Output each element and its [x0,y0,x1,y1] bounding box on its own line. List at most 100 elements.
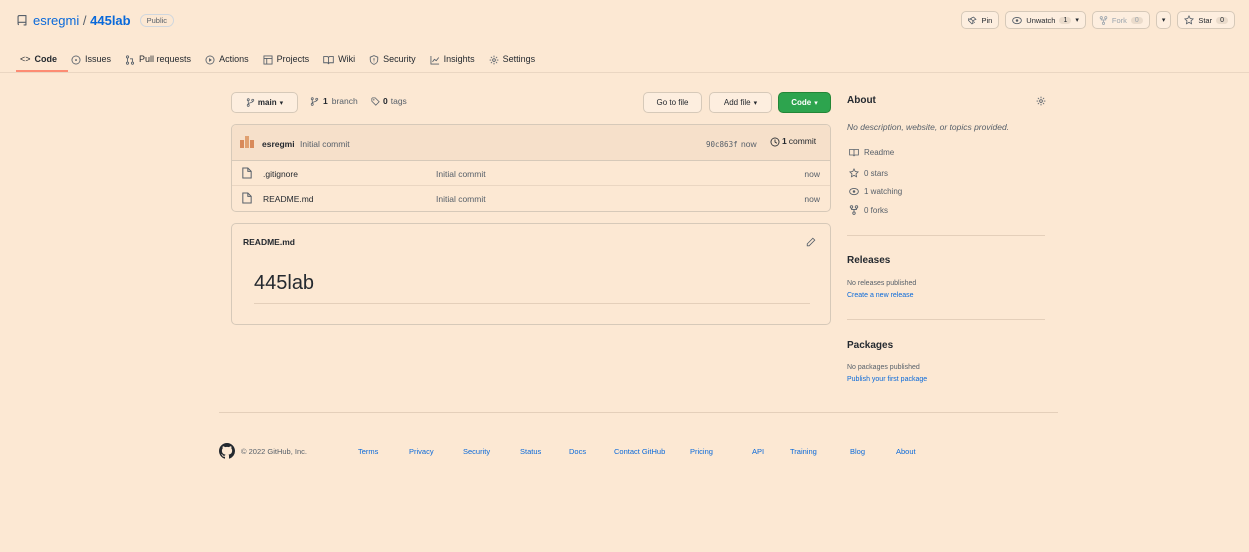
tab-settings[interactable]: Settings [489,54,535,65]
list-item[interactable]: .gitignore Initial commit now [232,161,830,186]
pin-button[interactable]: Pin [961,11,1000,29]
tag-count-link[interactable]: 0 tags [371,96,407,106]
latest-commit-row: esregmi Initial commit 90c863f now 1 com… [232,125,830,161]
packages-title[interactable]: Packages [847,340,893,351]
code-icon: <> [20,54,31,65]
branch-count-link[interactable]: 1 branch [310,96,358,106]
avatar [240,136,254,148]
file-commit-message[interactable]: Initial commit [436,169,486,179]
footer-link-terms[interactable]: Terms [358,447,378,456]
tab-actions-label: Actions [219,54,249,65]
eye-icon [1012,15,1023,25]
publish-package-link[interactable]: Publish your first package [847,376,927,383]
fork-button[interactable]: Fork 0 [1091,11,1150,29]
tab-code-label: Code [34,54,58,65]
branch-icon [246,98,255,107]
forks-link[interactable]: 0 forks [849,205,888,215]
footer-link-security[interactable]: Security [463,447,490,456]
chevron-down-icon: ▾ [1161,17,1166,24]
gear-icon [489,54,499,65]
stars-link[interactable]: 0 stars [849,168,888,178]
tag-icon [371,96,380,106]
list-item[interactable]: README.md Initial commit now [232,186,830,211]
footer-link-contact[interactable]: Contact GitHub [614,447,665,456]
fork-dropdown-button[interactable]: ▾ [1155,11,1172,29]
footer-link-docs[interactable]: Docs [569,447,586,456]
file-name[interactable]: .gitignore [263,169,298,179]
readme-link[interactable]: Readme [849,148,894,157]
graph-icon [430,54,440,65]
tab-security[interactable]: Security [369,54,416,65]
visibility-badge: Public [139,14,175,27]
issue-icon [71,54,81,65]
star-icon [849,168,859,178]
footer-link-blog[interactable]: Blog [850,447,865,456]
eye-icon [849,187,859,196]
repo-header: esregmi / 445lab Public [16,13,175,28]
commit-time: now [741,139,757,149]
code-button[interactable]: Code ▾ [778,92,831,113]
tab-wiki[interactable]: Wiki [323,54,355,65]
pencil-icon[interactable] [806,236,816,247]
branch-name: main [257,98,277,107]
history-icon [770,136,780,147]
tab-pull-requests[interactable]: Pull requests [125,54,191,65]
repo-icon [16,14,28,27]
footer-copyright: © 2022 GitHub, Inc. [241,447,307,456]
commit-author[interactable]: esregmi [262,139,295,149]
tab-projects[interactable]: Projects [263,54,310,65]
star-button[interactable]: Star 0 [1177,11,1235,29]
watch-counter: 1 [1059,16,1072,24]
stars-label: 0 stars [864,168,889,178]
fork-label: Fork [1111,15,1127,25]
about-title: About [847,95,876,106]
star-label: Star [1198,15,1213,25]
file-icon [242,192,252,204]
packages-empty-text: No packages published [847,364,920,371]
chevron-down-icon: ▾ [1075,17,1079,24]
footer-link-pricing[interactable]: Pricing [690,447,713,456]
file-icon [242,167,252,179]
readme-filename[interactable]: README.md [243,237,295,247]
repo-actions: Pin Unwatch 1 ▾ Fork 0 ▾ Star 0 [961,11,1235,29]
commit-count-link[interactable]: 1 commit [770,136,816,147]
add-file-button[interactable]: Add file ▾ [709,92,772,113]
footer-link-about[interactable]: About [896,447,916,456]
readme-heading: 445lab [254,272,315,294]
commit-hash[interactable]: 90c863f [706,140,738,149]
file-commit-message[interactable]: Initial commit [436,194,486,204]
play-icon [205,54,215,65]
create-release-link[interactable]: Create a new release [847,292,914,299]
releases-title[interactable]: Releases [847,255,890,266]
tab-projects-label: Projects [276,54,310,65]
tab-issues[interactable]: Issues [71,54,111,65]
tab-actions[interactable]: Actions [205,54,249,65]
tab-code[interactable]: <> Code [20,54,57,64]
tab-security-label: Security [383,54,416,65]
footer-link-training[interactable]: Training [790,447,817,456]
releases-empty-text: No releases published [847,280,917,287]
file-name[interactable]: README.md [263,194,314,204]
branch-icon [310,96,319,106]
chevron-down-icon: ▾ [279,99,284,107]
tab-insights[interactable]: Insights [430,54,475,65]
repo-owner-link[interactable]: esregmi [33,13,79,28]
nav-divider [0,72,1249,73]
commit-message[interactable]: Initial commit [300,139,350,149]
footer: © 2022 GitHub, Inc. Terms Privacy Securi… [219,443,959,459]
unwatch-button[interactable]: Unwatch 1 ▾ [1005,11,1086,29]
pin-label: Pin [981,15,993,25]
add-file-label: Add file [723,98,751,107]
gear-icon[interactable] [1036,95,1046,106]
github-logo-icon[interactable] [219,443,235,459]
watching-link[interactable]: 1 watching [849,187,902,196]
repo-name-link[interactable]: 445lab [90,13,130,28]
footer-link-api[interactable]: API [752,447,764,456]
footer-link-status[interactable]: Status [520,447,541,456]
go-to-file-button[interactable]: Go to file [643,92,702,113]
file-list: esregmi Initial commit 90c863f now 1 com… [231,124,831,212]
footer-link-privacy[interactable]: Privacy [409,447,434,456]
book-icon [849,148,859,157]
readme-link-label: Readme [864,148,895,158]
branch-select-button[interactable]: main ▾ [231,92,298,113]
